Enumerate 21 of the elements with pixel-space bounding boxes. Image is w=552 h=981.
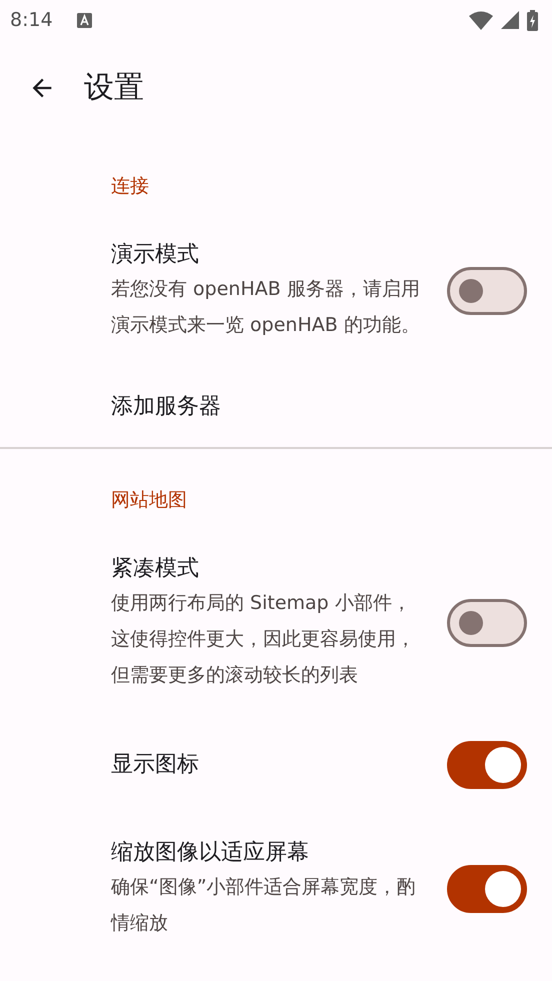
status-time: 8:14	[10, 8, 53, 33]
setting-row[interactable]: 添加服务器	[0, 367, 552, 447]
setting-summary: 若您没有 openHAB 服务器，请启用演示模式来一览 openHAB 的功能。	[111, 277, 421, 338]
battery-icon	[527, 10, 538, 30]
keyboard-icon	[76, 12, 92, 28]
setting-summary: 使用两行布局的 Sitemap 小部件，这使得控件更大，因此更容易使用，但需要更多的滚动较长的列表	[111, 591, 416, 688]
screen-title: 设置	[84, 69, 144, 107]
setting-title: 添加服务器	[111, 393, 222, 421]
setting-title: 缩放图像以适应屏幕	[111, 839, 310, 867]
setting-summary: 确保“图像”小部件适合屏幕宽度，酌情缩放	[111, 875, 417, 936]
toggle-switch[interactable]	[447, 865, 527, 913]
signal-icon	[501, 11, 519, 29]
toggle-switch[interactable]	[447, 741, 527, 789]
wifi-icon	[469, 10, 493, 30]
toggle-switch[interactable]	[447, 599, 527, 647]
setting-title: 演示模式	[111, 241, 200, 269]
section-header: 网站地图	[110, 488, 188, 513]
setting-title: 显示图标	[111, 751, 200, 779]
setting-title: 紧凑模式	[111, 555, 200, 583]
section-header: 连接	[110, 174, 150, 199]
toggle-switch[interactable]	[447, 267, 527, 315]
